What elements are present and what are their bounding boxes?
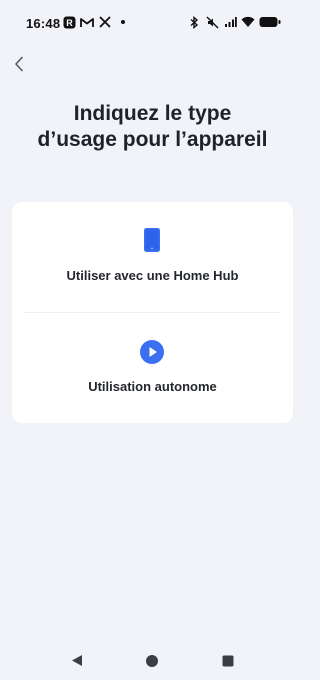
nav-back-icon (71, 654, 83, 672)
option-standalone-label: Utilisation autonome (88, 379, 217, 394)
gmail-icon (80, 15, 94, 29)
chevron-left-icon (14, 56, 24, 77)
tablet-icon (140, 228, 164, 252)
back-button[interactable] (9, 56, 29, 76)
signal-icon (223, 15, 237, 29)
bluetooth-icon (187, 15, 201, 29)
nav-back-button[interactable] (69, 655, 85, 671)
battery-icon (259, 15, 281, 29)
x-icon (98, 15, 112, 29)
svg-text:R: R (66, 18, 73, 28)
nav-home-button[interactable] (144, 654, 160, 673)
status-left-icons: R (62, 15, 130, 29)
page-title: Indiquez le type d’usage pour l’appareil (0, 101, 305, 153)
system-nav-bar (0, 640, 305, 680)
option-standalone[interactable]: Utilisation autonome (12, 313, 293, 423)
status-right-icons (187, 15, 281, 29)
nav-recents-button[interactable] (220, 655, 236, 671)
option-home-hub[interactable]: Utiliser avec une Home Hub (12, 202, 293, 312)
nav-home-icon (145, 654, 159, 673)
usage-options-card: Utiliser avec une Home Hub Utilisation a… (12, 202, 293, 423)
wifi-icon (241, 15, 255, 29)
nav-recents-icon (222, 654, 234, 672)
status-time: 16:48 (26, 16, 61, 31)
mute-icon (205, 15, 219, 29)
r-app-icon: R (62, 15, 76, 29)
status-bar: 16:48 R (0, 0, 305, 40)
option-home-hub-label: Utiliser avec une Home Hub (66, 268, 239, 283)
play-circle-icon (140, 340, 164, 364)
page-title-text: Indiquez le type d’usage pour l’appareil (37, 102, 268, 151)
dot-icon (116, 15, 130, 29)
